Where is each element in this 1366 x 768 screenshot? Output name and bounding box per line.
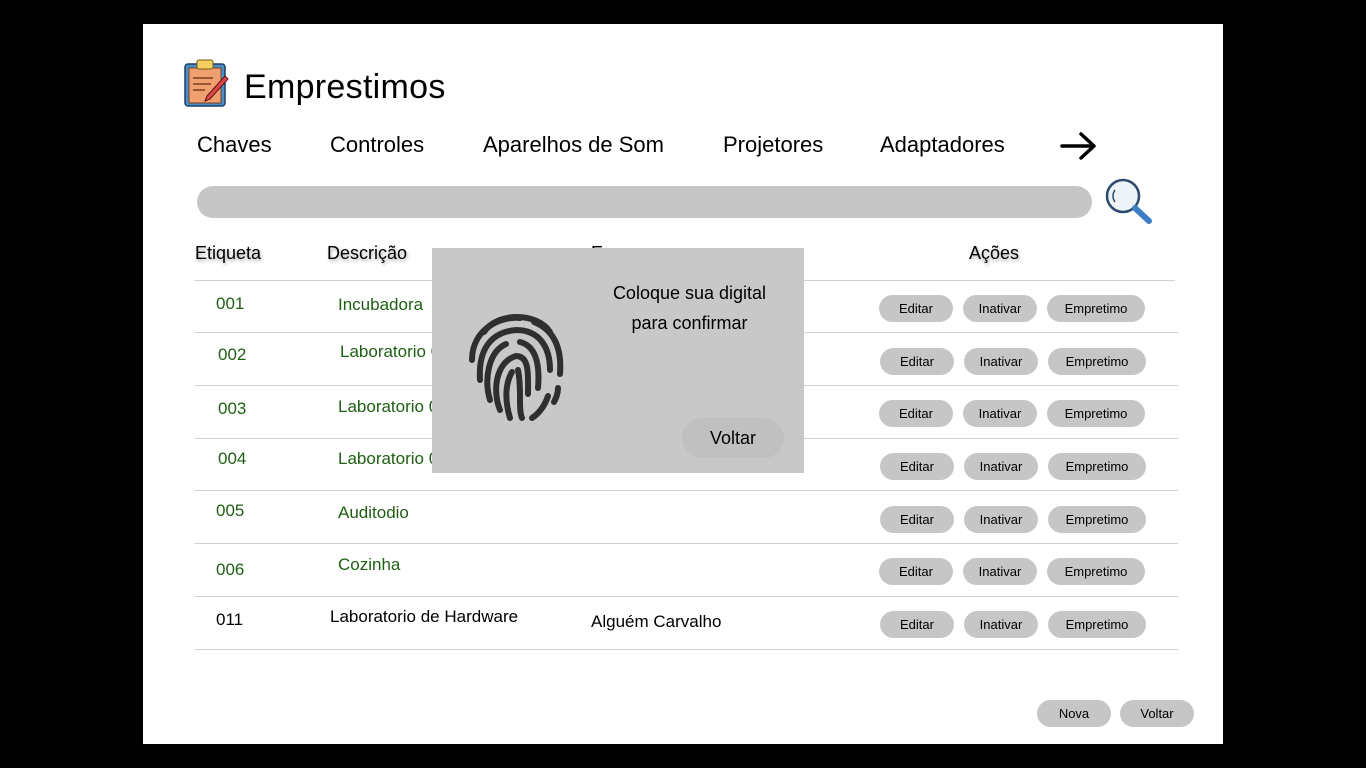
nav-item-controles[interactable]: Controles (330, 132, 424, 158)
modal-message-line1: Coloque sua digital (612, 283, 767, 303)
magnifier-icon[interactable] (1103, 176, 1153, 226)
etiqueta-cell: 005 (216, 501, 245, 520)
modal-message-line2: para confirmar (631, 313, 748, 333)
nav-item-aparelhos-de-som[interactable]: Aparelhos de Som (483, 132, 664, 158)
arrow-right-icon[interactable] (1059, 128, 1099, 164)
etiqueta-cell: 004 (218, 449, 247, 468)
edit-button[interactable]: Editar (879, 558, 953, 585)
new-button[interactable]: Nova (1037, 700, 1111, 727)
row-divider (195, 490, 1178, 491)
edit-button[interactable]: Editar (880, 348, 954, 375)
descricao-cell: Incubadora (338, 295, 424, 314)
loan-button[interactable]: Empretimo (1048, 348, 1146, 375)
edit-button[interactable]: Editar (879, 295, 953, 322)
loan-button[interactable]: Empretimo (1048, 611, 1146, 638)
edit-button[interactable]: Editar (880, 453, 954, 480)
fingerprint-icon (469, 314, 564, 421)
loan-button[interactable]: Empretimo (1048, 506, 1146, 533)
search-input[interactable] (197, 186, 1092, 218)
inactivate-button[interactable]: Inativar (964, 506, 1038, 533)
etiqueta-cell: 011 (216, 610, 244, 629)
etiqueta-cell: 006 (216, 560, 245, 579)
inactivate-button[interactable]: Inativar (964, 348, 1038, 375)
inactivate-button[interactable]: Inativar (964, 611, 1038, 638)
descricao-cell: Auditodio (338, 503, 409, 522)
column-header-descricao: Descrição (327, 243, 408, 263)
inactivate-button[interactable]: Inativar (963, 295, 1037, 322)
edit-button[interactable]: Editar (880, 611, 954, 638)
loan-button[interactable]: Empretimo (1047, 295, 1145, 322)
page-title: Emprestimos (244, 68, 446, 106)
fingerprint-modal: Coloque sua digital para confirmar Volta… (432, 248, 804, 473)
descricao-cell: Cozinha (338, 555, 401, 574)
row-divider (195, 596, 1178, 597)
inactivate-button[interactable]: Inativar (963, 400, 1037, 427)
clipboard-pencil-icon (184, 59, 229, 107)
back-button[interactable]: Voltar (1120, 700, 1194, 727)
edit-button[interactable]: Editar (880, 506, 954, 533)
nav-item-adaptadores[interactable]: Adaptadores (880, 132, 1005, 158)
modal-message: Coloque sua digital para confirmar (602, 278, 777, 338)
em-posse-cell: Alguém Carvalho (591, 612, 722, 631)
row-divider (195, 543, 1178, 544)
modal-back-button[interactable]: Voltar (682, 418, 784, 458)
nav-item-chaves[interactable]: Chaves (197, 132, 272, 158)
etiqueta-cell: 003 (218, 399, 247, 418)
nav-item-projetores[interactable]: Projetores (723, 132, 823, 158)
loan-button[interactable]: Empretimo (1047, 558, 1145, 585)
loans-page: Emprestimos Chaves Controles Aparelhos d… (143, 24, 1223, 744)
loan-button[interactable]: Empretimo (1048, 453, 1146, 480)
etiqueta-cell: 001 (216, 294, 245, 313)
etiqueta-cell: 002 (218, 345, 247, 364)
inactivate-button[interactable]: Inativar (963, 558, 1037, 585)
descricao-cell: Laboratorio de Hardware (330, 607, 519, 626)
inactivate-button[interactable]: Inativar (964, 453, 1038, 480)
edit-button[interactable]: Editar (879, 400, 953, 427)
row-divider (195, 649, 1178, 650)
column-header-acoes: Ações (969, 243, 1020, 263)
loan-button[interactable]: Empretimo (1047, 400, 1145, 427)
column-header-etiqueta: Etiqueta (195, 243, 262, 263)
